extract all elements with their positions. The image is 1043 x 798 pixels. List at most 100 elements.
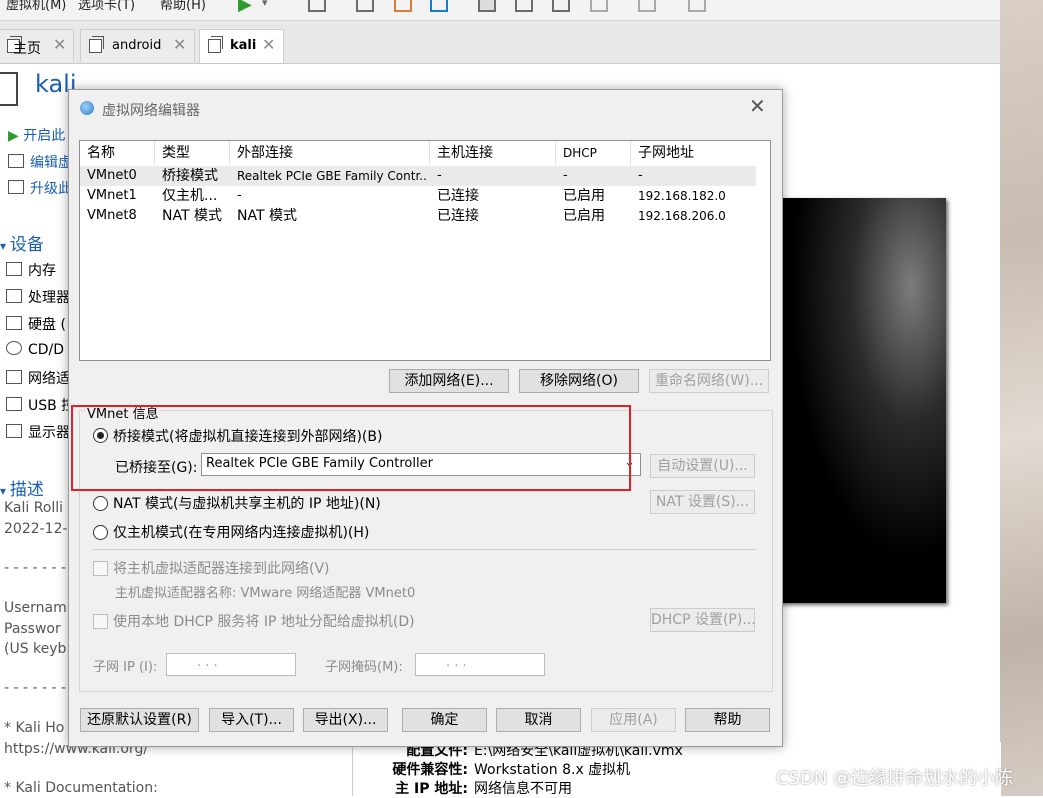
table-row[interactable]: VMnet1 仅主机... - 已连接 已启用 192.168.182.0 <box>80 186 756 206</box>
nat-label[interactable]: NAT 模式(与虚拟机共享主机的 IP 地址)(N) <box>113 493 381 513</box>
rename-network-button[interactable]: 重命名网络(W)... <box>649 369 769 393</box>
dhcp-label: 使用本地 DHCP 服务将 IP 地址分配给虚拟机(D) <box>113 614 415 630</box>
snapshot-manager-icon[interactable] <box>430 0 448 12</box>
column-header-type[interactable]: 类型 <box>155 141 230 165</box>
network-globe-icon <box>80 101 94 115</box>
ip-address-row: 主 IP 地址: 网络信息不可用 <box>395 781 572 797</box>
tab-home[interactable]: 主页 ✕ <box>0 29 74 62</box>
description-line: * Kali Ho <box>4 720 65 736</box>
ok-button[interactable]: 确定 <box>402 708 487 732</box>
dhcp-checkbox[interactable] <box>93 614 108 629</box>
revert-icon[interactable] <box>394 0 412 12</box>
action-label: 编辑虚 <box>30 155 72 171</box>
tab-bar: 主页 ✕ android ✕ kali ✕ <box>0 21 1000 64</box>
column-header-external[interactable]: 外部连接 <box>230 141 430 165</box>
adapter-name-label: 主机虚拟适配器名称: VMware 网络适配器 VMnet0 <box>115 586 416 601</box>
device-network[interactable]: 网络适 <box>6 368 70 388</box>
highlight-annotation <box>71 405 631 491</box>
auto-settings-button[interactable]: 自动设置(U)... <box>650 454 755 478</box>
usb-icon <box>6 397 22 411</box>
action-label: 开启此 <box>23 128 66 144</box>
device-usb[interactable]: USB 控 <box>6 395 75 415</box>
description-line: Passwor <box>4 621 61 637</box>
import-button[interactable]: 导入(T)... <box>209 708 294 732</box>
dhcp-settings-button[interactable]: DHCP 设置(P)... <box>650 608 756 632</box>
restore-defaults-button[interactable]: 还原默认设置(R) <box>80 708 199 732</box>
memory-icon <box>6 262 22 276</box>
description-line: - - - - - - - <box>4 560 67 576</box>
vm-icon <box>208 36 223 53</box>
tab-label: kali <box>230 38 257 53</box>
dialog-title: 虚拟网络编辑器 <box>102 103 200 119</box>
subnet-mask-field[interactable]: . . . <box>415 653 545 676</box>
cancel-button[interactable]: 取消 <box>496 708 581 732</box>
remove-network-button[interactable]: 移除网络(O) <box>519 369 639 393</box>
edit-icon <box>8 154 24 168</box>
add-network-button[interactable]: 添加网络(E)... <box>389 369 509 393</box>
connect-adapter-label: 将主机虚拟适配器连接到此网络(V) <box>113 561 330 577</box>
connect-adapter-checkbox[interactable] <box>93 561 108 576</box>
tab-label: 主页 <box>13 41 41 57</box>
stretch-icon[interactable] <box>688 0 706 12</box>
disk-icon <box>6 316 22 330</box>
fullscreen-icon[interactable] <box>552 0 570 12</box>
table-row[interactable]: VMnet8 NAT 模式 NAT 模式 已连接 已启用 192.168.206… <box>80 206 756 226</box>
upgrade-icon <box>8 180 24 194</box>
unity-icon[interactable] <box>590 0 608 12</box>
apply-button[interactable]: 应用(A) <box>591 708 676 732</box>
tab-kali[interactable]: kali ✕ <box>199 29 284 63</box>
display-icon <box>6 424 22 438</box>
cd-icon <box>6 341 22 355</box>
close-icon[interactable]: ✕ <box>173 35 186 54</box>
vm-icon <box>0 72 18 106</box>
chevron-down-icon[interactable]: ▾ <box>262 0 268 9</box>
column-header-host[interactable]: 主机连接 <box>430 141 556 165</box>
console-icon[interactable] <box>638 0 656 12</box>
close-icon[interactable]: ✕ <box>749 94 766 118</box>
subnet-ip-label: 子网 IP (I): <box>93 660 158 675</box>
description-line: Kali Rolli <box>4 500 64 516</box>
column-header-dhcp[interactable]: DHCP <box>556 141 631 165</box>
vm-icon <box>89 36 104 53</box>
thumbnail-icon[interactable] <box>515 0 533 12</box>
divider <box>93 549 756 550</box>
nat-radio[interactable] <box>93 496 108 511</box>
snapshot-icon[interactable] <box>356 0 374 12</box>
play-icon: ▶ <box>8 128 19 144</box>
device-disk[interactable]: 硬盘 ( <box>6 314 66 334</box>
column-header-name[interactable]: 名称 <box>80 141 155 165</box>
subnet-ip-field[interactable]: . . . <box>166 653 296 676</box>
menu-help[interactable]: 帮助(H) <box>160 0 206 13</box>
menu-tabs[interactable]: 选项卡(T) <box>78 0 135 13</box>
close-icon[interactable]: ✕ <box>53 35 66 54</box>
sidebar-toggle-icon[interactable] <box>478 0 496 12</box>
play-icon[interactable]: ▶ <box>238 0 252 15</box>
hostonly-radio[interactable] <box>93 525 108 540</box>
desktop-background <box>1000 0 1043 796</box>
upgrade-action[interactable]: 升级此 <box>8 178 72 198</box>
device-cd[interactable]: CD/D <box>6 341 64 358</box>
cpu-icon <box>6 289 22 303</box>
description-header: ▾ 描述 <box>0 480 44 500</box>
devices-header: ▾ 设备 <box>0 235 44 255</box>
description-line: (US keyb <box>4 641 67 657</box>
table-row[interactable]: VMnet0 桥接模式 Realtek PCIe GBE Family Cont… <box>80 166 756 186</box>
nat-settings-button[interactable]: NAT 设置(S)... <box>650 490 755 514</box>
column-header-subnet[interactable]: 子网地址 <box>631 141 756 165</box>
hw-compat-row: 硬件兼容性: Workstation 8.x 虚拟机 <box>392 762 631 778</box>
export-button[interactable]: 导出(X)... <box>303 708 388 732</box>
hostonly-label[interactable]: 仅主机模式(在专用网络内连接虚拟机)(H) <box>113 522 369 542</box>
send-keys-icon[interactable] <box>308 0 326 12</box>
menu-vm[interactable]: 虚拟机(M) <box>6 0 66 13</box>
vm-screen-preview[interactable] <box>770 198 946 603</box>
device-cpu[interactable]: 处理器 <box>6 287 70 307</box>
edit-settings-action[interactable]: 编辑虚 <box>8 152 72 172</box>
device-memory[interactable]: 内存 <box>6 260 56 280</box>
network-list[interactable]: 名称 类型 外部连接 主机连接 DHCP 子网地址 VMnet0 桥接模式 Re… <box>79 140 771 361</box>
close-icon[interactable]: ✕ <box>262 35 275 54</box>
power-on-action[interactable]: ▶ 开启此 <box>8 125 65 145</box>
tab-android[interactable]: android ✕ <box>80 29 195 62</box>
device-display[interactable]: 显示器 <box>6 422 70 442</box>
network-icon <box>6 370 22 384</box>
help-button[interactable]: 帮助 <box>685 708 770 732</box>
